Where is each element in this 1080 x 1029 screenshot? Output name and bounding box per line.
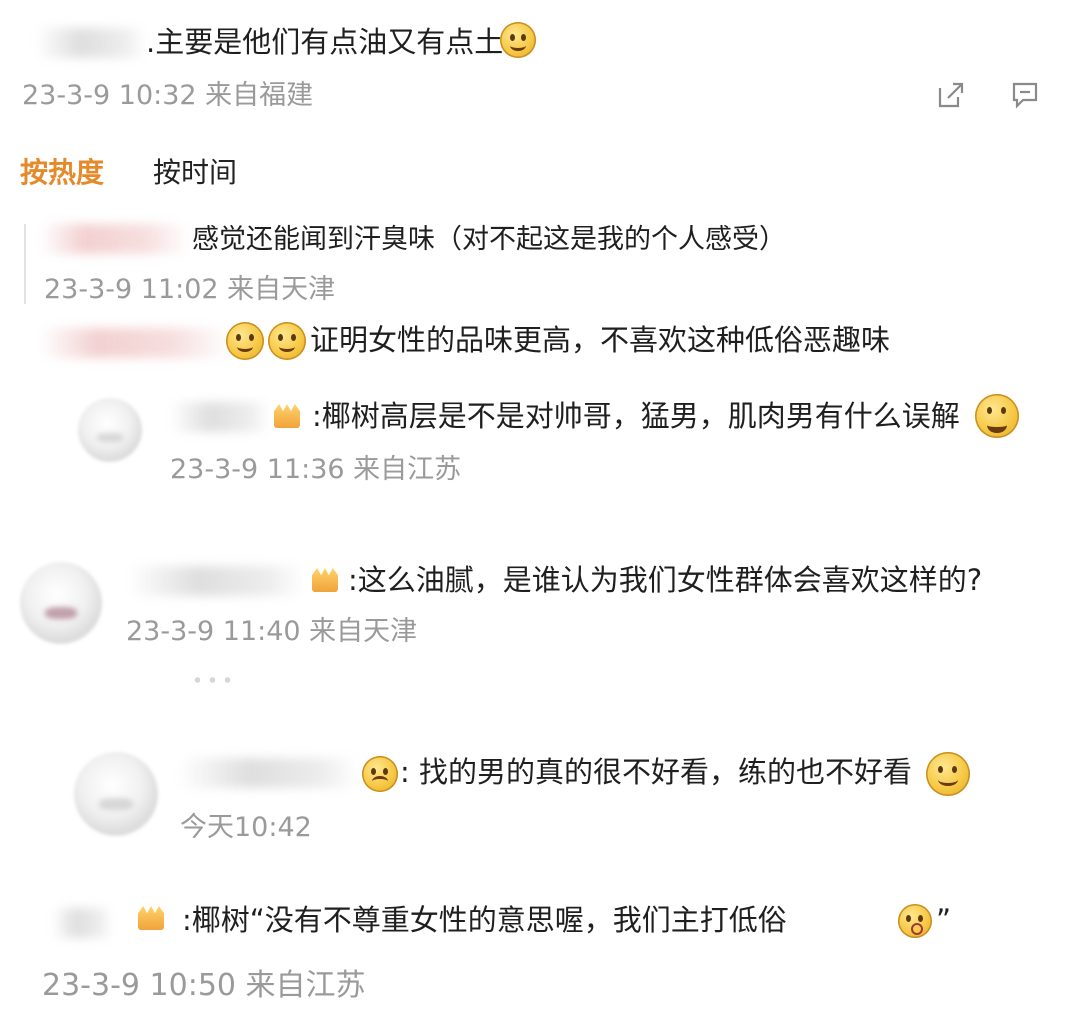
laughing-tears-emoji-icon [226, 322, 264, 360]
worried-face-emoji-icon [500, 22, 536, 58]
reply-text: :椰树高层是不是对帅哥，猛男，肌肉男有什么误解 [312, 399, 960, 433]
reply-meta: 23-3-9 11:40 来自天津 [126, 616, 418, 647]
comment-text: 证明女性的品味更高，不喜欢这种低俗恶趣味 [310, 323, 891, 357]
share-icon[interactable] [936, 80, 966, 110]
blurred-username[interactable] [128, 566, 304, 596]
quote-divider [24, 224, 26, 304]
reply-text: :椰树“没有不尊重女性的意思喔，我们主打低俗 [182, 903, 787, 937]
reply-meta: 23-3-9 11:36 来自江苏 [170, 454, 462, 485]
comment-icon[interactable] [1010, 80, 1040, 110]
tab-sort-by-time[interactable]: 按时间 [153, 153, 237, 193]
avatar[interactable] [74, 752, 158, 836]
blurred-username[interactable] [36, 28, 146, 58]
laughing-tears-emoji-icon [268, 322, 306, 360]
blurred-username[interactable] [170, 402, 270, 432]
post-text: .主要是他们有点油又有点土 [146, 25, 504, 59]
crying-emoji-icon [362, 756, 398, 792]
crown-badge-icon [274, 404, 300, 428]
closing-quote: ” [936, 903, 952, 937]
crown-badge-icon [312, 568, 338, 592]
blur-artifact [190, 676, 236, 684]
grinning-emoji-icon [975, 394, 1019, 438]
comment-text: 感觉还能闻到汗臭味（对不起这是我的个人感受） [192, 224, 786, 255]
smiling-emoji-icon [926, 752, 970, 796]
reply-meta: 今天10:42 [180, 812, 312, 843]
blurred-username[interactable] [40, 224, 190, 254]
reply-meta: 23-3-9 10:50 来自江苏 [42, 968, 366, 1003]
crown-badge-icon [138, 906, 164, 930]
avatar[interactable] [20, 562, 102, 644]
comment-meta: 23-3-9 11:02 来自天津 [44, 274, 336, 305]
reply-text: :这么油腻，是谁认为我们女性群体会喜欢这样的? [348, 563, 983, 597]
kissing-emoji-icon [898, 904, 932, 938]
blurred-username[interactable] [52, 908, 112, 938]
blurred-username[interactable] [178, 758, 358, 788]
tab-sort-by-hot[interactable]: 按热度 [20, 153, 104, 193]
post-meta: 23-3-9 10:32 来自福建 [22, 80, 314, 111]
avatar[interactable] [78, 398, 142, 462]
reply-text: : 找的男的真的很不好看，练的也不好看 [400, 755, 912, 789]
blurred-username[interactable] [40, 328, 230, 358]
